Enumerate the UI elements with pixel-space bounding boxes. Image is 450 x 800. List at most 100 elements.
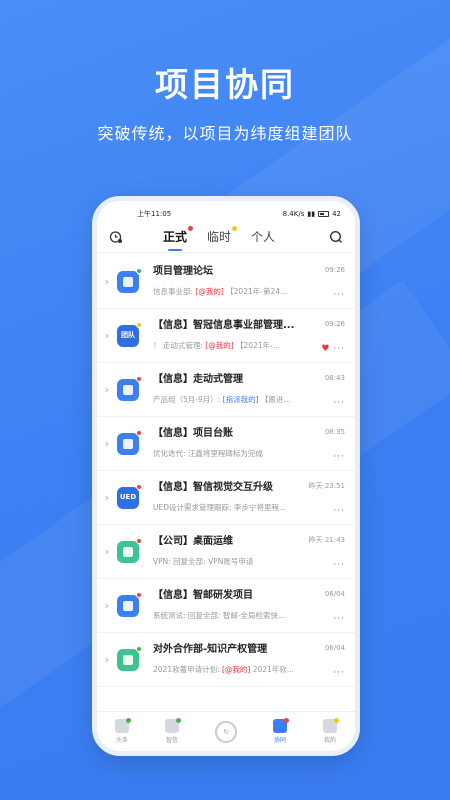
chevron-right-icon[interactable]: › bbox=[97, 653, 117, 666]
more-icon[interactable]: ··· bbox=[333, 560, 345, 570]
preview-text: 优化迭代: 汪鑫将里程碑标为完成 bbox=[153, 449, 263, 458]
hero-subtitle: 突破传统，以项目为纬度组建团队 bbox=[97, 124, 353, 143]
list-item-content: 项目管理论坛 09:26 信息事业部: [@我的] 【2021年-第24... ··· bbox=[153, 262, 355, 301]
chevron-right-icon[interactable]: › bbox=[97, 545, 117, 558]
more-icon[interactable]: ··· bbox=[333, 398, 345, 408]
chevron-right-icon[interactable]: › bbox=[97, 329, 117, 342]
nav-item-4[interactable]: 我的 bbox=[323, 718, 339, 744]
status-indicators: 8.4K/s ▮▮ 42 bbox=[283, 210, 341, 218]
list-item[interactable]: › 【信息】项目台账 08:35 优化迭代: 汪鑫将里程碑标为完成 ··· bbox=[97, 417, 355, 471]
list-item-content: 【信息】项目台账 08:35 优化迭代: 汪鑫将里程碑标为完成 ··· bbox=[153, 424, 355, 463]
preview-text: VPN: 回复全部: VPN账号申请 bbox=[153, 557, 254, 566]
list-item-actions: ··· bbox=[333, 552, 345, 571]
list-item-actions: ··· bbox=[333, 660, 345, 679]
nav-item-1[interactable]: 智信 bbox=[165, 718, 181, 744]
status-dot bbox=[136, 375, 142, 382]
list-item[interactable]: › UED 【信息】智信视觉交互升级 昨天 23:51 UED设计需求管理跟踪: 李步宁… bbox=[97, 471, 355, 525]
list-item[interactable]: › 【信息】智邮研发项目 06/04 系统测试: 回复全部: 智邮-全局检索快... ·… bbox=[97, 579, 355, 633]
chevron-right-icon[interactable]: › bbox=[97, 383, 117, 396]
list-item-preview-row: VPN: 回复全部: VPN账号申请 ··· bbox=[153, 552, 345, 571]
nav-item-3[interactable]: 协同 bbox=[273, 718, 289, 744]
project-avatar: UED bbox=[117, 483, 142, 509]
status-dot bbox=[136, 267, 142, 274]
list-item-time: 08:35 bbox=[324, 427, 345, 436]
nav-item-0[interactable]: 头条 bbox=[115, 718, 131, 744]
preview-text: 产品组（5月-9月）: bbox=[153, 395, 223, 404]
list-item-time: 06/04 bbox=[324, 643, 345, 652]
more-icon[interactable]: ··· bbox=[333, 614, 345, 624]
center-action-icon[interactable]: ↻ bbox=[215, 720, 237, 743]
list-item-preview: VPN: 回复全部: VPN账号申请 bbox=[153, 556, 253, 567]
status-dot bbox=[136, 321, 142, 328]
signal-icon: ▮▮ bbox=[307, 210, 316, 218]
list-item-title: 【信息】智冠信息事业部管理... bbox=[153, 320, 295, 331]
chevron-right-icon[interactable]: › bbox=[97, 437, 117, 450]
list-item-preview-row: 产品组（5月-9月）: [指派我的] 【跟进... ··· bbox=[153, 390, 345, 409]
list-item-header: 【信息】智信视觉交互升级 昨天 23:51 bbox=[153, 478, 345, 494]
list-item-actions: ··· bbox=[333, 498, 345, 517]
mention-tag: [@我的] bbox=[222, 665, 251, 674]
list-item-preview: 系统测试: 回复全部: 智邮-全局检索快... bbox=[153, 610, 285, 621]
more-icon[interactable]: ··· bbox=[333, 452, 345, 462]
status-dot bbox=[136, 645, 142, 652]
list-item-preview: 优化迭代: 汪鑫将里程碑标为完成 bbox=[153, 448, 263, 459]
hero-title: 项目协同 bbox=[155, 65, 295, 104]
nav-label: 我的 bbox=[323, 737, 336, 744]
status-dot bbox=[136, 483, 142, 490]
list-item-actions: ♥ ··· bbox=[321, 336, 345, 355]
tab-2[interactable]: 个人 bbox=[251, 228, 275, 245]
project-icon bbox=[123, 600, 133, 611]
more-icon[interactable]: ··· bbox=[333, 290, 345, 300]
more-icon[interactable]: ··· bbox=[333, 506, 345, 516]
tab-label: 临时 bbox=[207, 230, 232, 244]
more-icon[interactable]: ··· bbox=[333, 668, 345, 678]
list-item[interactable]: › 团队 【信息】智冠信息事业部管理... 09:26 ！ 走动式管理: [@我的] 【… bbox=[97, 309, 355, 363]
list-item-preview-row: 信息事业部: [@我的] 【2021年-第24... ··· bbox=[153, 282, 345, 301]
preview-text: UED设计需求管理跟踪: 李步宁将里程... bbox=[153, 503, 287, 512]
settings-clock-icon[interactable] bbox=[109, 230, 123, 244]
tab-0[interactable]: 正式 bbox=[163, 226, 194, 251]
list-item-preview-row: UED设计需求管理跟踪: 李步宁将里程... ··· bbox=[153, 498, 345, 517]
chevron-right-icon[interactable]: › bbox=[97, 599, 117, 612]
project-avatar bbox=[117, 591, 142, 617]
list-item[interactable]: › 【公司】桌面运维 昨天 21:43 VPN: 回复全部: VPN账号申请 ··· bbox=[97, 525, 355, 579]
list-item-actions: ··· bbox=[333, 390, 345, 409]
list-item[interactable]: › 项目管理论坛 09:26 信息事业部: [@我的] 【2021年-第24... ··… bbox=[97, 255, 355, 309]
chevron-right-icon[interactable]: › bbox=[97, 275, 117, 288]
list-item-title: 【信息】智信视觉交互升级 bbox=[153, 482, 273, 493]
list-item-preview: 2021软著申请计划: [@我的] 2021年软... bbox=[153, 664, 294, 675]
list-item-time: 06/04 bbox=[324, 589, 345, 598]
list-item-title: 【信息】项目台账 bbox=[153, 428, 233, 439]
list-item-header: 【信息】走动式管理 08:43 bbox=[153, 370, 345, 386]
phone-frame: 上午11:05 8.4K/s ▮▮ 42 正式 临时 个人 › 项目管理论坛 09:26… bbox=[92, 196, 360, 756]
list-item-header: 项目管理论坛 09:26 bbox=[153, 262, 345, 278]
list-item-content: 【公司】桌面运维 昨天 21:43 VPN: 回复全部: VPN账号申请 ··· bbox=[153, 532, 355, 571]
status-time: 上午11:05 bbox=[137, 210, 172, 218]
list-item-content: 【信息】智信视觉交互升级 昨天 23:51 UED设计需求管理跟踪: 李步宁将里程.… bbox=[153, 478, 355, 517]
battery-level: 42 bbox=[332, 210, 341, 218]
project-avatar bbox=[117, 429, 142, 455]
project-avatar bbox=[117, 267, 142, 293]
top-tab-bar: 正式 临时 个人 bbox=[97, 221, 355, 253]
list-item[interactable]: › 对外合作部-知识产权管理 06/04 2021软著申请计划: [@我的] 2021… bbox=[97, 633, 355, 687]
net-speed: 8.4K/s bbox=[282, 210, 305, 218]
nav-label: 头条 bbox=[115, 737, 128, 744]
nav-badge-dot bbox=[126, 718, 131, 723]
tab-1[interactable]: 临时 bbox=[207, 226, 238, 245]
project-icon bbox=[123, 276, 133, 287]
project-avatar bbox=[117, 537, 142, 563]
status-dot bbox=[136, 537, 142, 544]
list-item-content: 对外合作部-知识产权管理 06/04 2021软著申请计划: [@我的] 2021年… bbox=[153, 640, 355, 679]
search-icon[interactable] bbox=[329, 230, 343, 244]
project-icon bbox=[123, 384, 133, 395]
nav-badge-dot bbox=[284, 718, 289, 723]
list-item-time: 昨天 21:43 bbox=[308, 535, 345, 544]
mention-tag: [指派我的] bbox=[222, 395, 259, 404]
chevron-right-icon[interactable]: › bbox=[97, 491, 117, 504]
list-item-title: 对外合作部-知识产权管理 bbox=[153, 644, 268, 655]
list-item-content: 【信息】走动式管理 08:43 产品组（5月-9月）: [指派我的] 【跟进... ·… bbox=[153, 370, 355, 409]
list-item[interactable]: › 【信息】走动式管理 08:43 产品组（5月-9月）: [指派我的] 【跟进...… bbox=[97, 363, 355, 417]
mention-tag: [@我的] bbox=[195, 287, 224, 296]
list-item-content: 【信息】智冠信息事业部管理... 09:26 ！ 走动式管理: [@我的] 【202… bbox=[153, 316, 355, 355]
more-icon[interactable]: ··· bbox=[333, 344, 345, 354]
